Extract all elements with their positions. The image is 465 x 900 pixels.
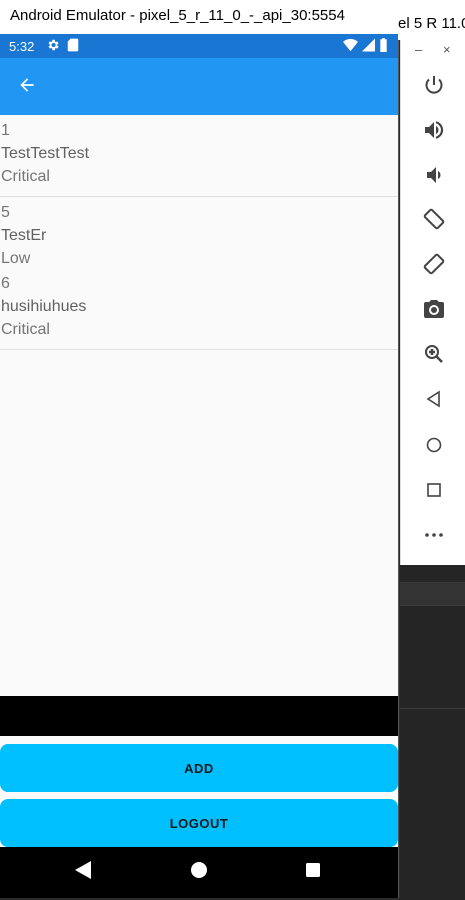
item-title: TestEr: [1, 227, 47, 244]
home-toolbar-button[interactable]: [401, 429, 465, 465]
empty-area: [0, 696, 398, 736]
emulator-toolbar: – ×: [400, 40, 465, 565]
add-button[interactable]: ADD: [0, 744, 398, 792]
more-icon: [422, 523, 446, 552]
back-button[interactable]: [12, 72, 42, 102]
list-item[interactable]: 6 husihiuhues Critical: [0, 270, 398, 350]
camera-icon: [422, 297, 446, 326]
ide-divider: [400, 708, 465, 709]
logout-button[interactable]: LOGOUT: [0, 799, 398, 847]
status-bar: 5:32: [0, 34, 398, 58]
rotate-right-icon: [422, 252, 446, 281]
volume-down-button[interactable]: [401, 159, 465, 195]
status-time: 5:32: [9, 39, 35, 54]
volume-up-button[interactable]: [401, 114, 465, 150]
battery-icon: [379, 38, 388, 55]
rotate-left-icon: [422, 207, 446, 236]
screenshot-button[interactable]: [401, 293, 465, 329]
item-id: 1: [1, 122, 10, 139]
overview-toolbar-button[interactable]: [401, 474, 465, 510]
side-window-title: el 5 R 11.0: [398, 0, 465, 40]
ide-toolbar: [400, 582, 465, 606]
nav-back-button[interactable]: [70, 859, 96, 885]
arrow-back-icon: [17, 75, 37, 100]
power-button[interactable]: [401, 69, 465, 105]
item-priority: Critical: [1, 321, 50, 338]
signal-icon: [362, 38, 375, 55]
nav-overview-icon: [306, 862, 320, 882]
sd-card-icon: [67, 38, 79, 55]
navigation-bar: [0, 847, 398, 898]
item-priority: Low: [1, 250, 31, 267]
item-title: husihiuhues: [1, 298, 87, 315]
item-title: TestTestTest: [1, 145, 90, 162]
zoom-button[interactable]: [401, 338, 465, 374]
window-title: Android Emulator - pixel_5_r_11_0_-_api_…: [0, 0, 398, 34]
close-button[interactable]: ×: [443, 42, 451, 57]
back-toolbar-button[interactable]: [401, 383, 465, 419]
power-icon: [422, 73, 446, 102]
rotate-right-button[interactable]: [401, 248, 465, 284]
volume-up-icon: [422, 118, 446, 147]
settings-icon: [46, 38, 60, 55]
emulator-window: Android Emulator - pixel_5_r_11_0_-_api_…: [0, 0, 399, 898]
zoom-icon: [422, 342, 446, 371]
item-list: 1 TestTestTest Critical 5 TestEr Low 6 h…: [0, 115, 398, 350]
more-button[interactable]: [401, 519, 465, 555]
volume-down-icon: [422, 163, 446, 192]
wifi-icon: [343, 38, 358, 55]
rotate-left-button[interactable]: [401, 203, 465, 239]
nav-overview-button[interactable]: [300, 859, 326, 885]
list-item[interactable]: 5 TestEr Low: [0, 197, 398, 270]
app-bar: [0, 58, 398, 115]
nav-home-icon: [191, 861, 207, 883]
nav-home-button[interactable]: [186, 859, 212, 885]
minimize-button[interactable]: –: [415, 42, 422, 57]
ide-background: [400, 565, 465, 900]
nav-back-icon: [75, 860, 91, 884]
item-id: 6: [1, 275, 10, 292]
list-item[interactable]: 1 TestTestTest Critical: [0, 115, 398, 197]
home-icon: [422, 433, 446, 462]
item-priority: Critical: [1, 168, 50, 185]
overview-icon: [422, 478, 446, 507]
device-screen: 5:32 1 TestTestTest Critical 5 TestEr Lo…: [0, 34, 398, 898]
item-id: 5: [1, 204, 10, 221]
back-icon: [422, 387, 446, 416]
